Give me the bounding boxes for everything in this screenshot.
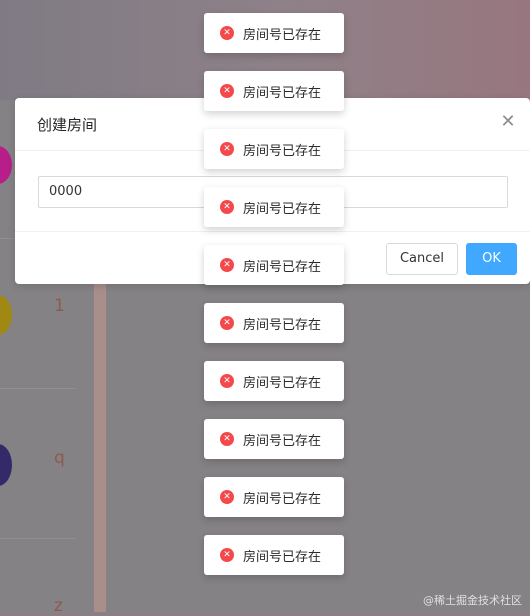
error-icon: ✕ — [220, 84, 234, 98]
watermark: @稀土掘金技术社区 — [423, 594, 522, 607]
toast-message: 房间号已存在 — [243, 492, 322, 507]
error-icon: ✕ — [220, 548, 234, 562]
toast-message: 房间号已存在 — [243, 550, 322, 565]
close-icon[interactable]: ✕ — [498, 112, 518, 132]
error-icon: ✕ — [220, 490, 234, 504]
error-icon: ✕ — [220, 432, 234, 446]
cancel-button[interactable]: Cancel — [386, 243, 458, 275]
error-toast: ✕ 房间号已存在 — [204, 303, 344, 343]
error-toast: ✕ 房间号已存在 — [204, 245, 344, 285]
error-toast: ✕ 房间号已存在 — [204, 13, 344, 53]
error-icon: ✕ — [220, 200, 234, 214]
toast-message: 房间号已存在 — [243, 318, 322, 333]
toast-message: 房间号已存在 — [243, 202, 322, 217]
ok-button[interactable]: OK — [466, 243, 517, 275]
error-toast: ✕ 房间号已存在 — [204, 477, 344, 517]
error-toast: ✕ 房间号已存在 — [204, 71, 344, 111]
dialog-title: 创建房间 — [37, 116, 98, 134]
divider — [15, 231, 530, 232]
error-icon: ✕ — [220, 374, 234, 388]
toast-message: 房间号已存在 — [243, 28, 322, 43]
toast-message: 房间号已存在 — [243, 86, 322, 101]
list-divider — [0, 388, 76, 389]
list-item-label: z — [54, 596, 63, 616]
error-icon: ✕ — [220, 26, 234, 40]
error-toast: ✕ 房间号已存在 — [204, 187, 344, 227]
list-item-label: q — [54, 448, 65, 468]
list-divider — [0, 538, 76, 539]
error-toast: ✕ 房间号已存在 — [204, 535, 344, 575]
toast-message: 房间号已存在 — [243, 434, 322, 449]
error-icon: ✕ — [220, 258, 234, 272]
error-icon: ✕ — [220, 316, 234, 330]
toast-message: 房间号已存在 — [243, 144, 322, 159]
error-toast: ✕ 房间号已存在 — [204, 419, 344, 459]
error-icon: ✕ — [220, 142, 234, 156]
toast-message: 房间号已存在 — [243, 260, 322, 275]
error-toast: ✕ 房间号已存在 — [204, 361, 344, 401]
toast-message: 房间号已存在 — [243, 376, 322, 391]
error-toast: ✕ 房间号已存在 — [204, 129, 344, 169]
list-item-label: 1 — [54, 296, 65, 316]
